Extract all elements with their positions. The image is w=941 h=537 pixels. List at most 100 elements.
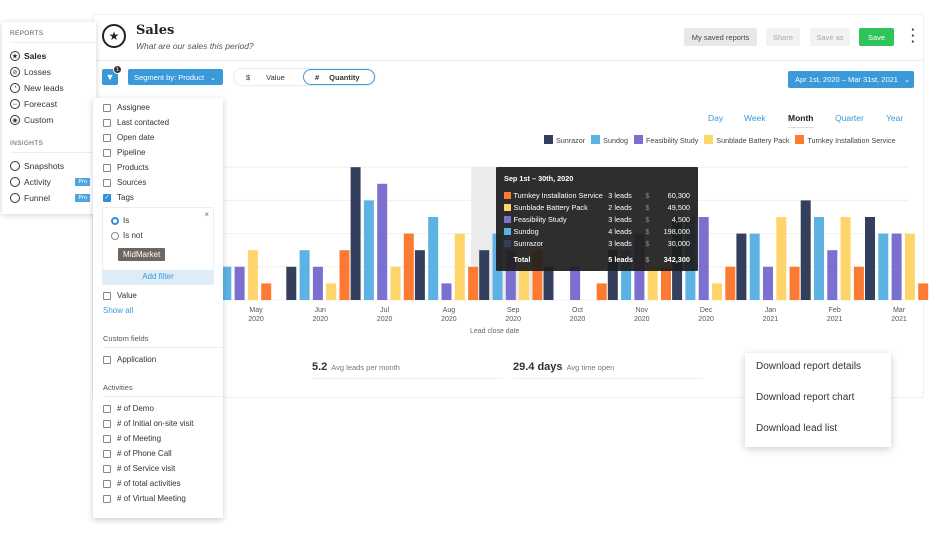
bar-sundog[interactable] bbox=[299, 250, 310, 300]
bar-sunrazor[interactable] bbox=[350, 167, 361, 300]
checkbox[interactable] bbox=[103, 479, 111, 488]
bar-turnkey-installation-service[interactable] bbox=[661, 266, 671, 300]
bar-sunblade-battery-pack[interactable] bbox=[390, 266, 401, 300]
bar-turnkey-installation-service[interactable] bbox=[725, 266, 736, 300]
bar-sunrazor[interactable] bbox=[543, 266, 554, 300]
download-menu: Download report details Download report … bbox=[745, 353, 891, 447]
tooltip-name: Feasibility Study bbox=[513, 214, 567, 224]
sidebar-item-custom[interactable]: ◉ Custom bbox=[10, 112, 96, 128]
checkbox[interactable] bbox=[103, 449, 111, 458]
show-all-link[interactable]: Show all bbox=[103, 303, 223, 318]
filter-option[interactable]: Assignee bbox=[103, 100, 223, 115]
bar-sundog[interactable] bbox=[878, 233, 889, 300]
download-lead-list[interactable]: Download lead list bbox=[745, 423, 891, 454]
filter-option[interactable]: # of Service visit bbox=[103, 461, 223, 476]
checkbox[interactable] bbox=[103, 163, 111, 172]
sidebar-item-losses[interactable]: ⊘ Losses bbox=[10, 64, 96, 80]
tooltip-swatch bbox=[504, 239, 511, 247]
bar-sunblade-battery-pack[interactable] bbox=[647, 266, 658, 300]
bar-feasibility-study[interactable] bbox=[234, 266, 245, 300]
checkbox-checked[interactable]: ✓ bbox=[103, 193, 111, 202]
bar-sunblade-battery-pack[interactable] bbox=[840, 217, 851, 300]
checkbox[interactable] bbox=[103, 464, 111, 473]
bar-sunrazor[interactable] bbox=[736, 233, 747, 300]
radio-is[interactable]: Is bbox=[111, 213, 129, 228]
filter-option[interactable]: # of Phone Call bbox=[103, 446, 223, 461]
sidebar-item-snapshots[interactable]: Snapshots bbox=[10, 158, 96, 174]
sidebar-item-forecast[interactable]: ↔ Forecast bbox=[10, 96, 96, 112]
filter-option[interactable]: Sources bbox=[103, 175, 223, 190]
bar-sunrazor[interactable] bbox=[865, 217, 875, 300]
bar-sunblade-battery-pack[interactable] bbox=[454, 233, 465, 300]
x-tick-year: 2020 bbox=[634, 316, 650, 323]
bar-turnkey-installation-service[interactable] bbox=[789, 266, 800, 300]
bar-sundog[interactable] bbox=[749, 233, 760, 300]
bar-turnkey-installation-service[interactable] bbox=[403, 233, 414, 300]
filter-option[interactable]: Application bbox=[103, 352, 223, 367]
checkbox[interactable] bbox=[103, 434, 111, 443]
filter-option[interactable]: Pipeline bbox=[103, 145, 223, 160]
bar-sunrazor[interactable] bbox=[800, 200, 811, 300]
bar-sundog[interactable] bbox=[363, 200, 374, 300]
bar-turnkey-installation-service[interactable] bbox=[853, 266, 864, 300]
bar-turnkey-installation-service[interactable] bbox=[339, 250, 350, 300]
sidebar-item-sales[interactable]: ★ Sales bbox=[10, 48, 96, 64]
tooltip-cur: $ bbox=[645, 226, 650, 236]
checkbox[interactable] bbox=[103, 404, 111, 413]
checkbox[interactable] bbox=[103, 178, 111, 187]
bar-turnkey-installation-service[interactable] bbox=[918, 283, 929, 300]
filter-option[interactable]: Last contacted bbox=[103, 115, 223, 130]
filter-option[interactable]: # of Virtual Meeting bbox=[103, 491, 223, 506]
bar-sunblade-battery-pack[interactable] bbox=[519, 266, 530, 300]
add-filter-button[interactable]: Add filter bbox=[103, 270, 213, 284]
checkbox[interactable] bbox=[103, 494, 111, 503]
checkbox[interactable] bbox=[103, 133, 111, 142]
bar-sunblade-battery-pack[interactable] bbox=[904, 233, 915, 300]
filter-option-tags[interactable]: ✓ Tags bbox=[103, 190, 223, 205]
bar-feasibility-study[interactable] bbox=[377, 183, 388, 300]
bar-turnkey-installation-service[interactable] bbox=[468, 266, 479, 300]
filter-option[interactable]: Open date bbox=[103, 130, 223, 145]
sidebar-item-funnel[interactable]: Funnel Pro bbox=[10, 190, 96, 206]
bar-turnkey-installation-service[interactable] bbox=[596, 283, 607, 300]
bar-sunrazor[interactable] bbox=[286, 266, 297, 300]
bar-feasibility-study[interactable] bbox=[891, 233, 902, 300]
bar-feasibility-study[interactable] bbox=[441, 283, 452, 300]
bar-feasibility-study[interactable] bbox=[312, 266, 323, 300]
radio-is-not[interactable]: Is not bbox=[111, 228, 143, 243]
x-tick-label: Jan 2021 bbox=[750, 306, 790, 324]
filter-option[interactable]: Products bbox=[103, 160, 223, 175]
checkbox[interactable] bbox=[103, 103, 111, 112]
filter-option[interactable]: # of total activities bbox=[103, 476, 223, 491]
bar-sunrazor[interactable] bbox=[479, 250, 490, 300]
bar-sunblade-battery-pack[interactable] bbox=[776, 217, 787, 300]
checkbox[interactable] bbox=[103, 419, 111, 428]
checkbox[interactable] bbox=[103, 148, 111, 157]
bar-sunblade-battery-pack[interactable] bbox=[247, 250, 258, 300]
tooltip-val: 60,300 bbox=[667, 190, 690, 200]
download-report-chart[interactable]: Download report chart bbox=[745, 392, 891, 423]
pro-badge: Pro bbox=[75, 178, 90, 186]
filter-option-value[interactable]: Value bbox=[103, 288, 223, 303]
bar-feasibility-study[interactable] bbox=[698, 217, 709, 300]
filter-option-label: # of Service visit bbox=[117, 464, 176, 473]
download-report-details[interactable]: Download report details bbox=[745, 361, 891, 392]
filter-option[interactable]: # of Demo bbox=[103, 401, 223, 416]
close-icon[interactable]: × bbox=[204, 210, 209, 219]
checkbox[interactable] bbox=[103, 118, 111, 127]
checkbox[interactable] bbox=[103, 355, 111, 364]
tag-chip[interactable]: MidMarket bbox=[118, 248, 166, 261]
bar-feasibility-study[interactable] bbox=[827, 250, 838, 300]
bar-turnkey-installation-service[interactable] bbox=[261, 283, 272, 300]
bar-sunrazor[interactable] bbox=[414, 250, 425, 300]
sidebar-item-new-leads[interactable]: ◔ New leads bbox=[10, 80, 96, 96]
sidebar-item-activity[interactable]: Activity Pro bbox=[10, 174, 96, 190]
bar-sunblade-battery-pack[interactable] bbox=[326, 283, 337, 300]
bar-feasibility-study[interactable] bbox=[570, 266, 581, 300]
filter-option[interactable]: # of Meeting bbox=[103, 431, 223, 446]
bar-feasibility-study[interactable] bbox=[763, 266, 773, 300]
bar-sundog[interactable] bbox=[814, 217, 824, 300]
filter-option[interactable]: # of Initial on-site visit bbox=[103, 416, 223, 431]
bar-sundog[interactable] bbox=[428, 217, 439, 300]
bar-sunblade-battery-pack[interactable] bbox=[712, 283, 722, 300]
